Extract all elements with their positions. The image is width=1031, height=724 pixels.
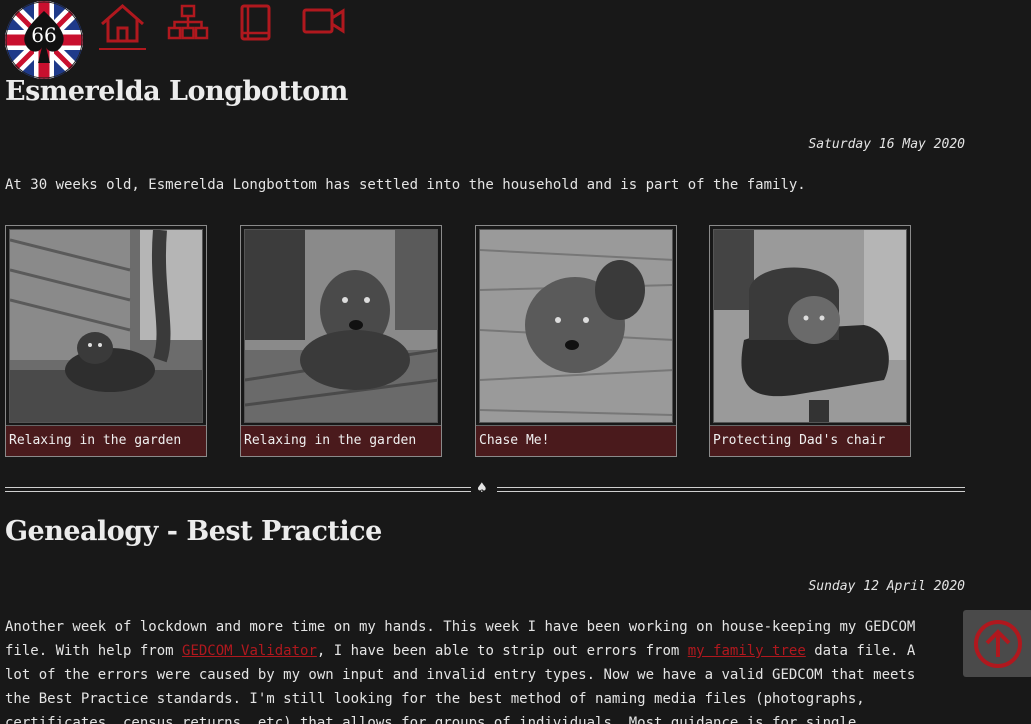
family-tree-link[interactable]: my family tree [688,643,806,659]
post-date: Saturday 16 May 2020 [808,137,965,152]
post-body: At 30 weeks old, Esmerelda Longbottom ha… [5,177,806,193]
post-body: Another week of lockdown and more time o… [5,615,940,724]
dog-photo[interactable] [244,229,438,423]
post-title: Genealogy - Best Practice [5,516,382,547]
site-logo[interactable]: 66 [5,1,83,79]
video-icon[interactable] [302,4,346,38]
post-divider: ♠ [5,478,965,498]
sitemap-icon[interactable] [167,4,209,40]
logo-number: 66 [31,23,57,47]
dog-photo[interactable] [713,229,907,423]
dog-photo[interactable] [479,229,673,423]
top-nav: 66 [0,0,420,82]
gallery-card[interactable]: Relaxing in the garden [240,225,442,457]
arrow-up-circle-icon [974,620,1022,668]
photo-caption: Protecting Dad's chair [710,425,910,456]
page: 66 Esmerelda Longbottom Saturday 16 May … [0,0,1031,724]
post-date: Sunday 12 April 2020 [808,579,965,594]
photo-caption: Chase Me! [476,425,676,456]
photo-caption: Relaxing in the garden [6,425,206,456]
book-icon[interactable] [240,4,272,42]
back-to-top-button[interactable] [963,610,1031,677]
post-body-text: , I have been able to strip out errors f… [316,643,688,659]
photo-gallery: Relaxing in the garden Relaxing in the g… [5,225,965,457]
photo-caption: Relaxing in the garden [241,425,441,456]
gallery-card[interactable]: Relaxing in the garden [5,225,207,457]
gedcom-validator-link[interactable]: GEDCOM Validator [182,643,317,659]
post-title: Esmerelda Longbottom [5,76,348,107]
gallery-card[interactable]: Protecting Dad's chair [709,225,911,457]
home-active-underline [99,48,146,50]
home-icon[interactable] [99,4,146,50]
spade-icon: ♠ [477,478,487,497]
dog-photo[interactable] [9,229,203,423]
gallery-card[interactable]: Chase Me! [475,225,677,457]
